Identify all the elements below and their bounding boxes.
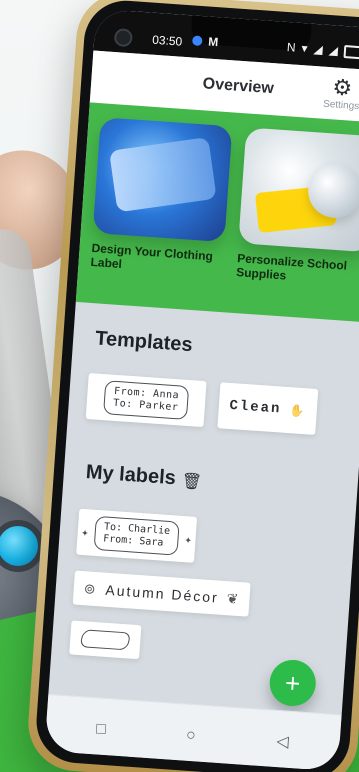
status-notifications: M [191,33,219,50]
back-button[interactable]: ◁ [269,729,297,757]
signal-icon-2: ◢ [328,42,339,58]
promo-card-clothing-label[interactable]: Design Your Clothing Label [88,117,233,302]
nfc-icon: N [286,40,297,55]
promo-image-clothing [92,117,233,243]
star-icon: ✦ [184,532,193,547]
pumpkin-icon: ⊚ [83,579,99,597]
promo-image-school [238,127,359,253]
hex-shape-icon [79,629,132,651]
triangle-left-icon: ◁ [275,733,290,751]
notification-dot-icon [191,35,203,47]
phone-device: 03:50 M N ▾ ◢ ◢ Overview ⚙ Settings Desi… [25,0,359,772]
promo-card-school-supplies[interactable]: Personalize School Supplies [234,127,359,312]
promo-label: Design Your Clothing Label [90,240,214,272]
add-button[interactable]: + [268,658,318,708]
template-clean[interactable]: Clean ✋ [217,382,319,435]
settings-button[interactable]: ⚙ Settings [311,74,359,118]
template-text: Clean [228,397,282,418]
home-button[interactable]: ○ [177,722,205,750]
square-icon: □ [95,720,107,739]
settings-label: Settings [322,98,359,113]
template-from-to[interactable]: From: Anna To: Parker [85,373,207,428]
my-labels-heading: My labels [85,461,177,490]
status-time: 03:50 [151,32,183,49]
signal-icon-1: ◢ [313,41,324,57]
promo-band: Design Your Clothing Label Personalize S… [75,102,359,323]
trash-button[interactable]: 🗑 [181,472,202,493]
marketing-scene: 03:50 M N ▾ ◢ ◢ Overview ⚙ Settings Desi… [0,0,359,772]
star-icon: ✦ [80,524,90,540]
recent-apps-button[interactable]: □ [87,716,115,744]
plus-icon: + [284,667,302,699]
trash-icon: 🗑 [180,472,203,492]
promo-label: Personalize School Supplies [235,251,348,283]
template-outline: From: Anna To: Parker [103,380,189,420]
wifi-icon: ▾ [301,41,309,56]
label-outline: To: Charlie From: Sara [93,515,180,556]
gmail-icon: M [207,34,219,50]
label-blank[interactable] [69,620,142,660]
gear-icon: ⚙ [331,74,354,101]
label-autumn-decor[interactable]: ⊚ Autumn Décor ❦ [72,570,251,617]
label-to-from[interactable]: ✦ To: Charlie From: Sara ✦ [76,508,198,563]
image-shape [109,137,217,213]
battery-icon [343,44,359,59]
phone-screen: 03:50 M N ▾ ◢ ◢ Overview ⚙ Settings Desi… [44,8,359,772]
label-text: Autumn Décor [104,581,220,606]
circle-icon: ○ [185,726,197,745]
leaf-icon: ❦ [226,589,242,607]
front-camera-icon [113,28,133,48]
templates-heading: Templates [94,327,194,357]
hand-icon: ✋ [288,403,307,419]
status-system-icons: N ▾ ◢ ◢ [286,40,359,59]
